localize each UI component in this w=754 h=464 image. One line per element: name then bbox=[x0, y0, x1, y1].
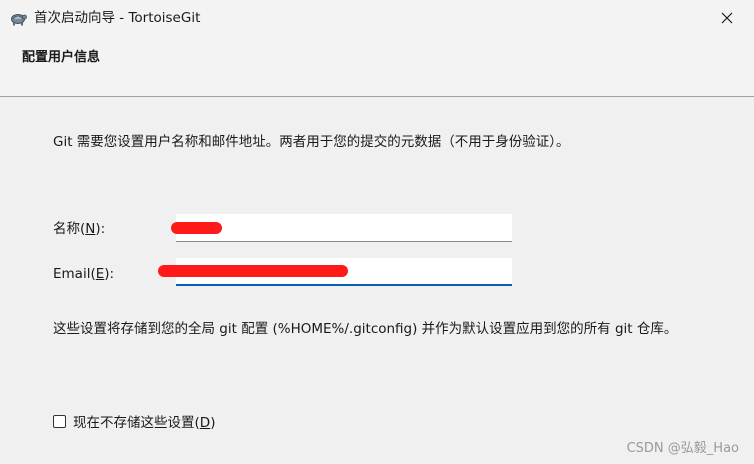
name-redaction bbox=[171, 222, 222, 234]
email-redaction bbox=[158, 265, 348, 277]
close-button[interactable] bbox=[708, 3, 746, 33]
email-label: Email(E): bbox=[53, 266, 115, 282]
window-title: 首次启动向导 - TortoiseGit bbox=[34, 10, 201, 26]
description-text: Git 需要您设置用户名称和邮件地址。两者用于您的提交的元数据（不用于身份验证）… bbox=[53, 134, 570, 150]
tortoise-icon bbox=[9, 9, 27, 27]
dialog-window: 首次启动向导 - TortoiseGit 配置用户信息 Git 需要您设置用户名… bbox=[0, 0, 754, 464]
watermark: CSDN @弘毅_Hao bbox=[626, 441, 739, 456]
checkbox-label[interactable]: 现在不存储这些设置(D) bbox=[73, 414, 215, 432]
title-bar: 首次启动向导 - TortoiseGit bbox=[0, 0, 754, 36]
page-title: 配置用户信息 bbox=[22, 50, 101, 65]
close-icon bbox=[721, 12, 733, 24]
checkbox-box[interactable] bbox=[53, 415, 66, 428]
wizard-header: 配置用户信息 bbox=[0, 36, 754, 97]
config-note: 这些设置将存储到您的全局 git 配置 (%HOME%/.gitconfig) … bbox=[53, 321, 678, 337]
name-input[interactable] bbox=[176, 214, 512, 242]
name-label: 名称(N): bbox=[53, 221, 106, 237]
